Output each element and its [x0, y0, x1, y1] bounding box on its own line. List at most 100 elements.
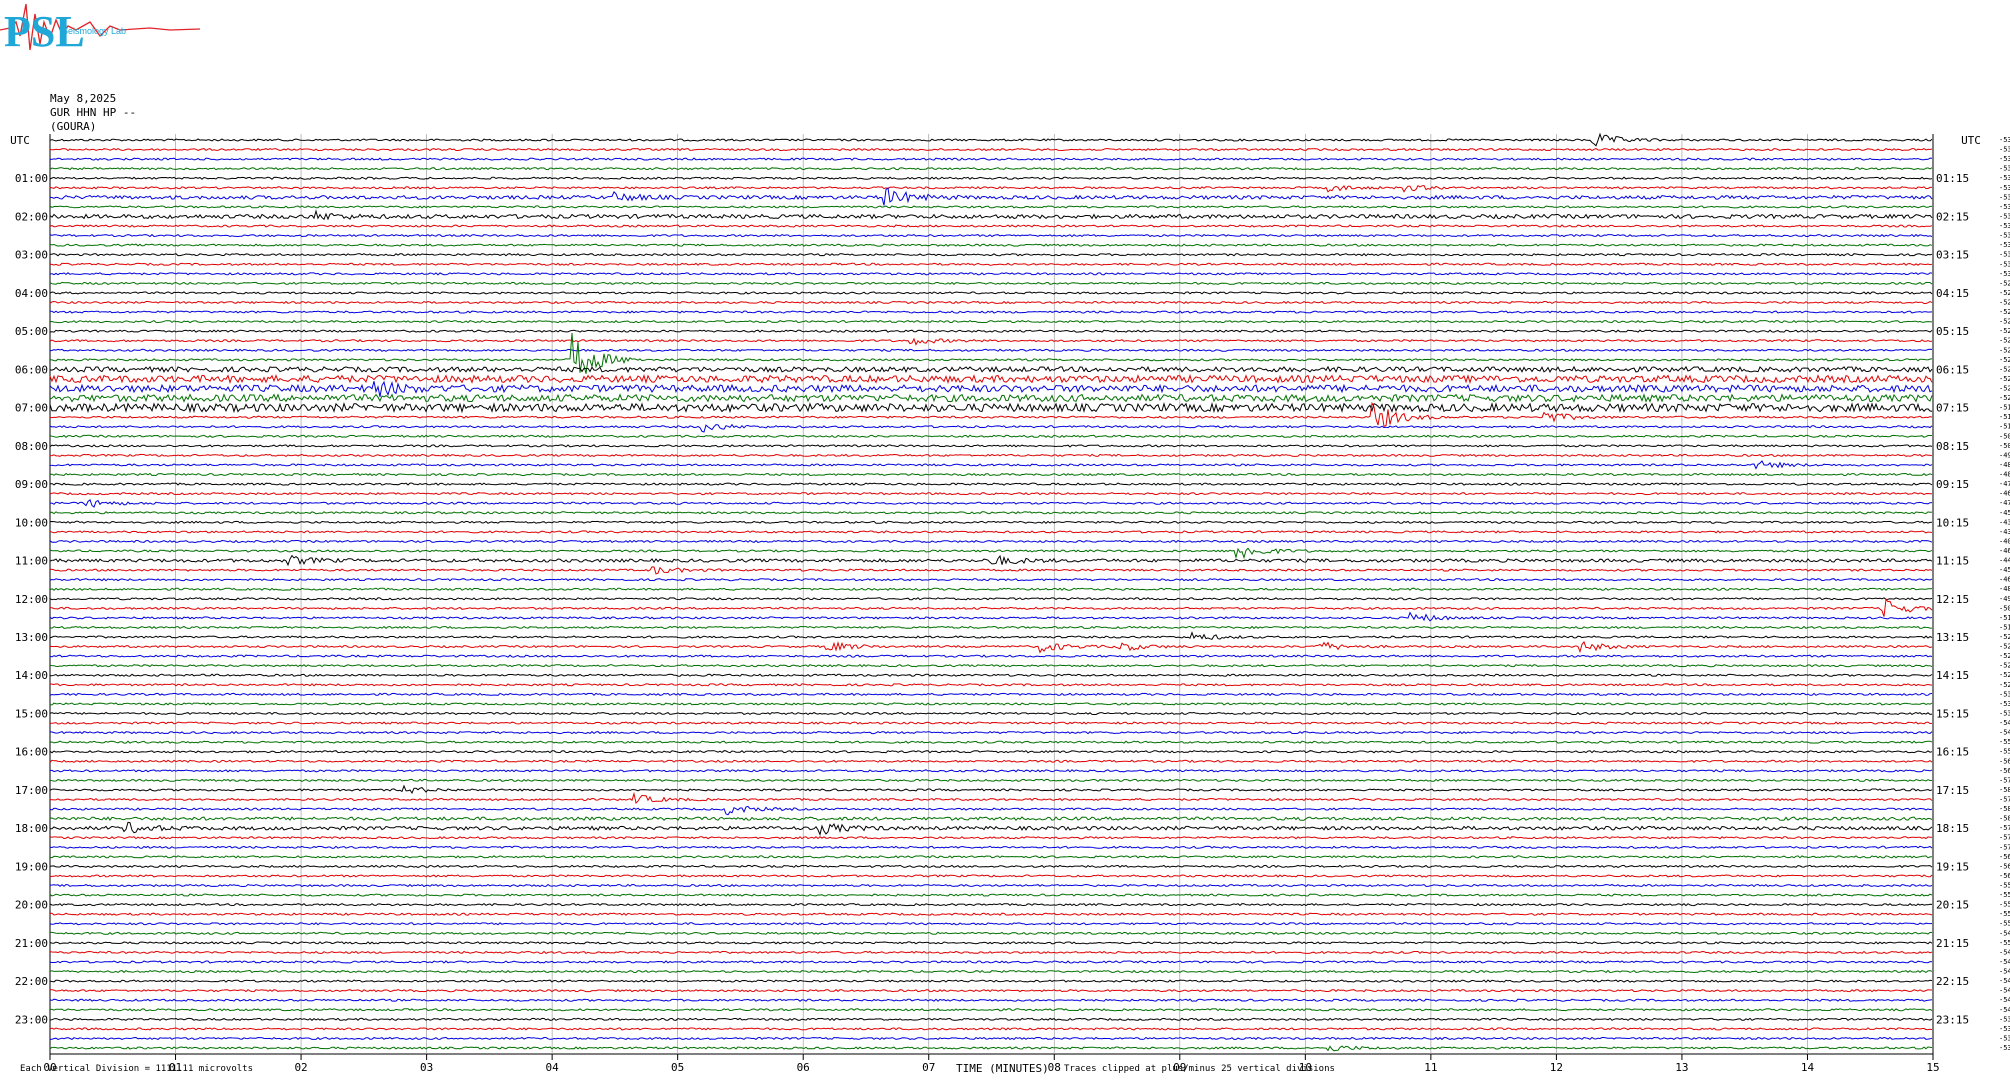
trace-offset-label: -5062 — [1999, 604, 2010, 612]
trace-line — [49, 912, 1933, 916]
hour-tick-right: 22:15 — [1936, 975, 1969, 988]
trace-line — [49, 444, 1933, 448]
trace-line — [49, 759, 1933, 763]
trace-line — [49, 664, 1933, 668]
trace-line — [49, 373, 1933, 385]
x-tick-label: 15 — [1926, 1061, 1939, 1074]
trace-line — [49, 941, 1933, 945]
trace-offset-label: -5310 — [1999, 212, 2010, 220]
trace-line — [49, 989, 1932, 993]
trace-line — [49, 1036, 1933, 1041]
hour-tick-right: 04:15 — [1936, 287, 1969, 300]
trace-line — [49, 979, 1933, 983]
trace-line — [49, 205, 1932, 209]
trace-offset-label: -5276 — [1999, 365, 2010, 373]
trace-offset-label: -5448 — [1999, 968, 2010, 976]
hour-tick-left: 15:00 — [15, 707, 48, 720]
trace-offset-label: -5641 — [1999, 757, 2010, 765]
trace-offset-label: -5598 — [1999, 882, 2010, 890]
trace-line — [49, 587, 1933, 591]
trace-offset-label: -4823 — [1999, 471, 2010, 479]
trace-offset-label: -5613 — [1999, 872, 2010, 880]
hour-tick-right: 10:15 — [1936, 516, 1969, 529]
trace-line — [49, 224, 1933, 228]
trace-offset-label: -5316 — [1999, 222, 2010, 230]
trace-line — [49, 1027, 1933, 1031]
trace-line — [49, 1017, 1933, 1021]
trace-offset-label: -5518 — [1999, 738, 2010, 746]
seismogram-plot: 00 01 02 03 04 05 06 07 08 09 10 11 12 13 14 15UTC UTC01… — [10, 132, 2010, 1074]
trace-offset-label: -5284 — [1999, 681, 2010, 689]
trace-offset-label: -5071 — [1999, 432, 2010, 440]
utc-label-right: UTC — [1961, 134, 1981, 147]
trace-offset-label: -4888 — [1999, 461, 2010, 469]
trace-line — [50, 498, 1933, 508]
trace-offset-label: -5003 — [1999, 442, 2010, 450]
trace-line — [49, 845, 1933, 849]
trace-offset-label: -5345 — [1999, 1044, 2010, 1052]
hour-tick-left: 07:00 — [15, 402, 48, 415]
trace-offset-label: -5491 — [1999, 929, 2010, 937]
x-tick-label: 14 — [1801, 1061, 1815, 1074]
trace-offset-label: -5395 — [1999, 709, 2010, 717]
trace-offset-label: -5326 — [1999, 184, 2010, 192]
trace-line — [49, 874, 1933, 878]
trace-offset-label: -5343 — [1999, 136, 2010, 144]
hour-tick-left: 10:00 — [15, 516, 48, 529]
x-tick-label: 08 — [1048, 1061, 1061, 1074]
x-tick-label: 07 — [922, 1061, 935, 1074]
trace-line — [49, 423, 1933, 433]
trace-offset-label: -5329 — [1999, 155, 2010, 163]
utc-label-left: UTC — [10, 134, 30, 147]
trace-offset-label: -5276 — [1999, 308, 2010, 316]
trace-line — [49, 539, 1933, 544]
trace-offset-label: -4456 — [1999, 557, 2010, 565]
trace-line — [50, 821, 1933, 837]
hour-tick-left: 03:00 — [15, 249, 48, 262]
trace-offset-label: -5794 — [1999, 795, 2010, 803]
trace-offset-label: -5571 — [1999, 891, 2010, 899]
trace-line — [49, 176, 1933, 180]
trace-line — [49, 380, 1933, 397]
hour-tick-right: 05:15 — [1936, 325, 1969, 338]
trace-line — [49, 769, 1933, 773]
x-axis-title: TIME (MINUTES) — [956, 1062, 1049, 1075]
trace-line — [49, 262, 1933, 266]
hour-tick-right: 01:15 — [1936, 172, 1969, 185]
hour-tick-right: 02:15 — [1936, 210, 1969, 223]
trace-line — [49, 864, 1933, 869]
trace-offset-label: -4589 — [1999, 509, 2010, 517]
trace-line — [49, 167, 1933, 171]
trace-offset-label: -5794 — [1999, 824, 2010, 832]
hour-tick-right: 17:15 — [1936, 784, 1969, 797]
trace-line — [49, 578, 1933, 582]
hour-tick-right: 23:15 — [1936, 1013, 1969, 1026]
trace-offset-label: -5385 — [1999, 1015, 2010, 1023]
hour-tick-left: 21:00 — [15, 937, 48, 950]
trace-offset-label: -5403 — [1999, 1006, 2010, 1014]
trace-offset-label: -4937 — [1999, 595, 2010, 603]
hour-tick-left: 20:00 — [15, 899, 48, 912]
trace-line — [49, 300, 1933, 305]
trace-offset-label: -5120 — [1999, 423, 2010, 431]
trace-line — [49, 836, 1932, 840]
trace-line — [49, 147, 1933, 152]
trace-offset-label: -5287 — [1999, 289, 2010, 297]
trace-offset-label: -5249 — [1999, 356, 2010, 364]
trace-offset-label: -5713 — [1999, 843, 2010, 851]
trace-offset-label: -5279 — [1999, 298, 2010, 306]
trace-line — [49, 243, 1933, 247]
x-tick-label: 03 — [420, 1061, 433, 1074]
trace-line — [49, 1045, 1933, 1052]
trace-line — [49, 187, 1933, 206]
hour-tick-left: 18:00 — [15, 822, 48, 835]
trace-line — [49, 332, 1933, 374]
trace-offset-label: -5326 — [1999, 232, 2010, 240]
hour-tick-left: 05:00 — [15, 325, 48, 338]
scale-note: Each Vertical Division = 1111.11 microvo… — [20, 1064, 253, 1074]
trace-line — [49, 730, 1933, 735]
hour-tick-left: 16:00 — [15, 746, 48, 759]
x-tick-label: 04 — [546, 1061, 560, 1074]
hour-tick-left: 22:00 — [15, 975, 48, 988]
trace-line — [49, 654, 1933, 658]
